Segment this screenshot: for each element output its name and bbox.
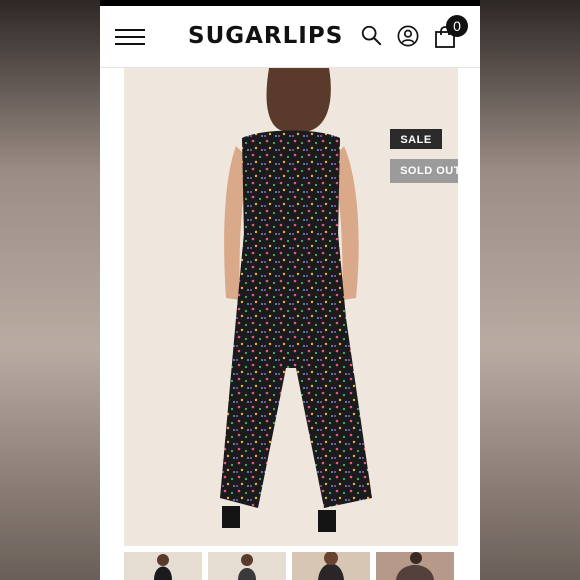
hamburger-menu-icon[interactable] — [115, 27, 147, 47]
brand-logo[interactable]: SUGARLIPS — [188, 23, 342, 49]
background-blur-right — [480, 0, 580, 580]
thumbnail-3[interactable] — [292, 552, 370, 580]
search-icon[interactable] — [360, 24, 382, 46]
cart-count-badge[interactable]: 0 — [446, 15, 468, 37]
thumbnail-1[interactable] — [124, 552, 202, 580]
thumbnail-2[interactable] — [208, 552, 286, 580]
site-header: SUGARLIPS 0 — [100, 6, 480, 68]
sold-out-badge: SOLD OUT — [390, 159, 458, 183]
product-thumbnails — [124, 552, 458, 580]
product-main-image[interactable]: SALE SOLD OUT — [124, 68, 458, 546]
user-account-icon[interactable] — [397, 25, 419, 47]
sale-badge: SALE — [390, 129, 442, 149]
phone-screen: SUGARLIPS 0 SALE SOLD OUT — [100, 0, 480, 580]
background-blur-left — [0, 0, 100, 580]
thumbnail-4[interactable] — [376, 552, 454, 580]
